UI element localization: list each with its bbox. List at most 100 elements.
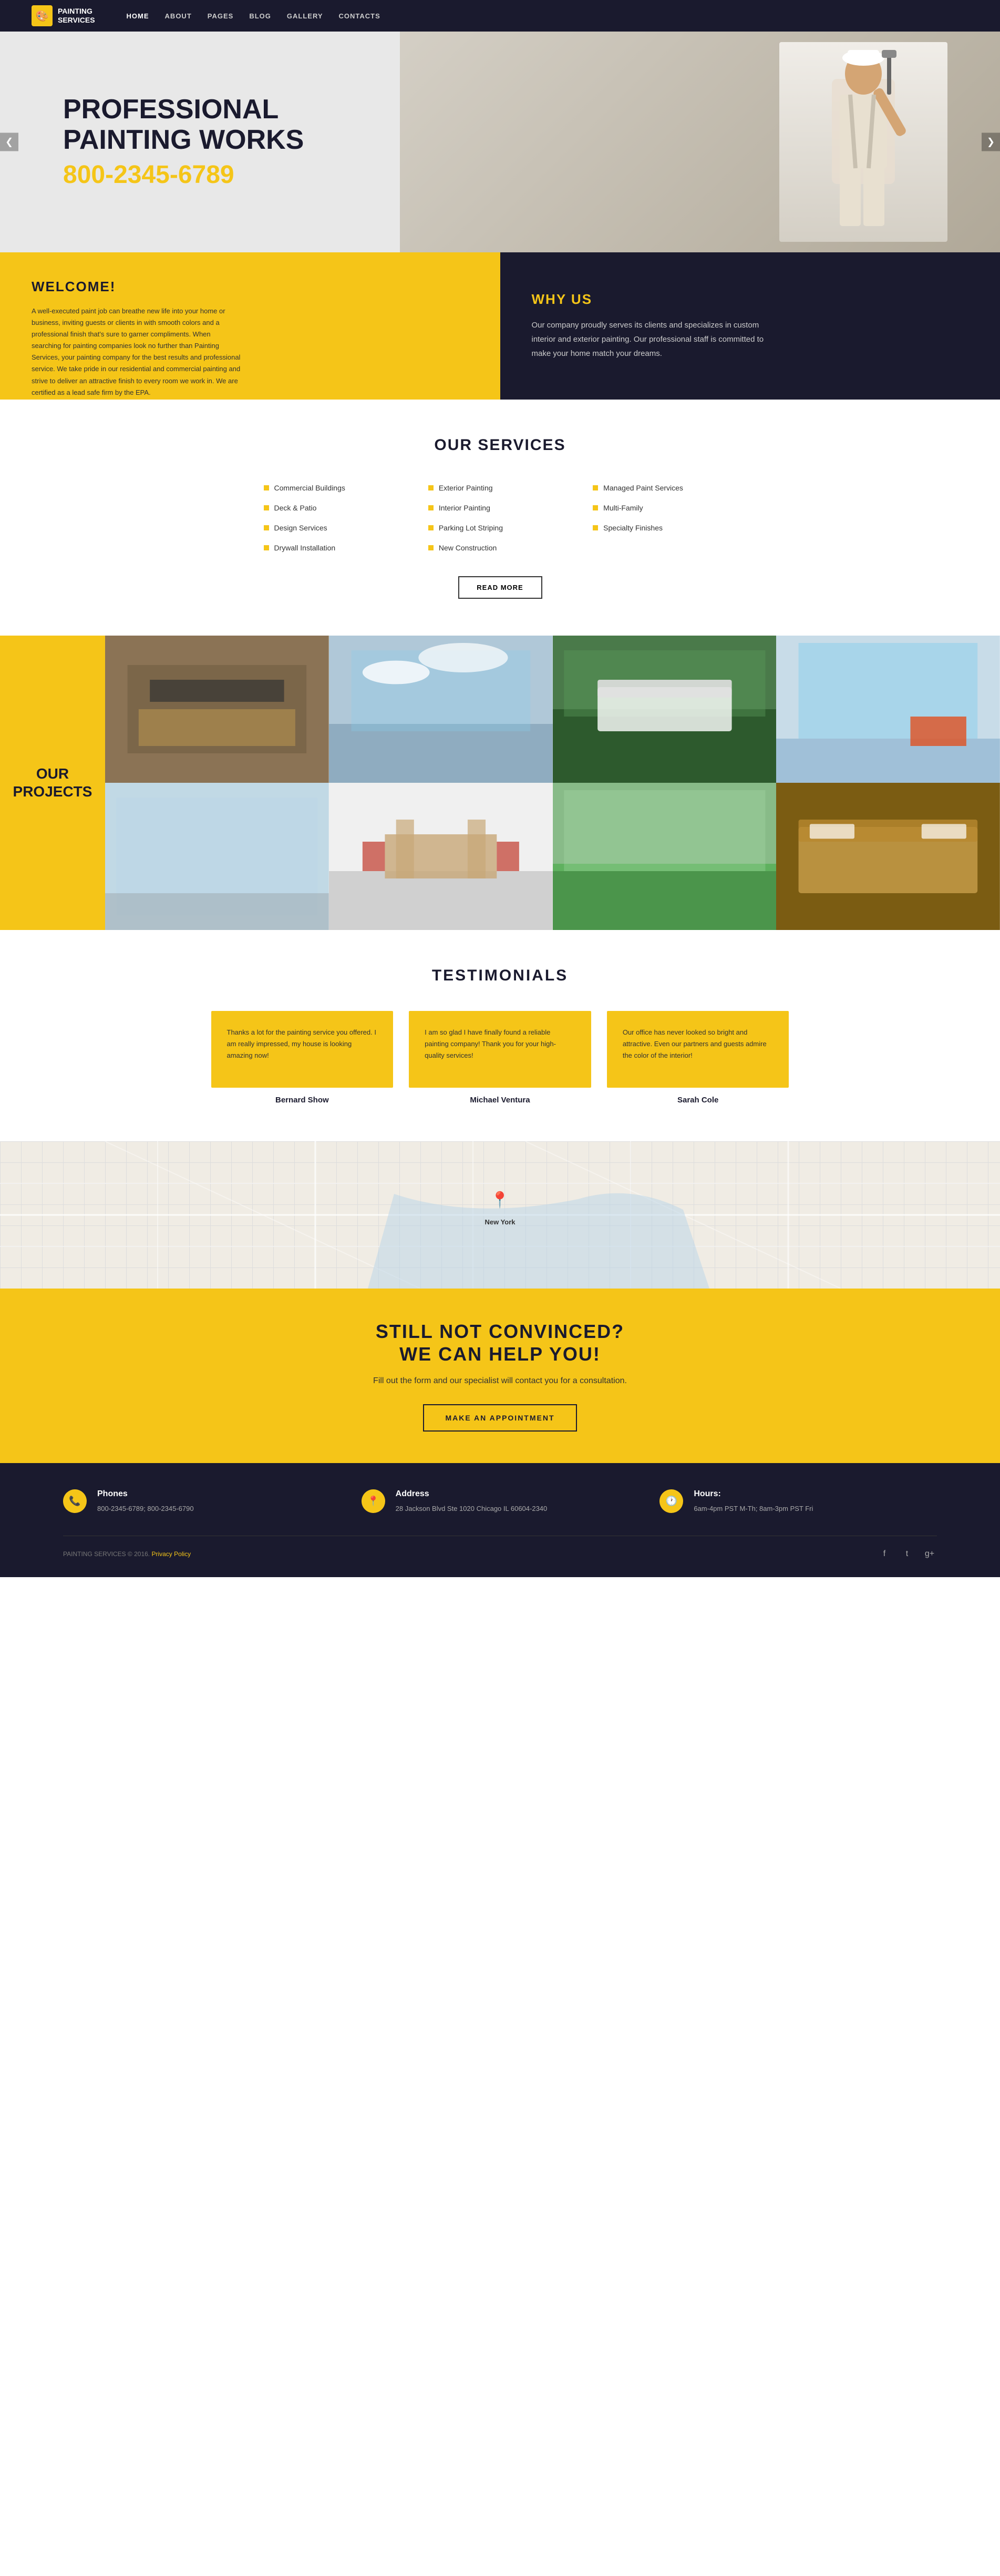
- address-icon: 📍: [362, 1489, 385, 1513]
- nav-gallery[interactable]: GALLERY: [287, 12, 323, 20]
- footer-hours-content: Hours: 6am-4pm PST M-Th; 8am-3pm PST Fri: [694, 1489, 813, 1515]
- project-thumb-3[interactable]: [553, 636, 777, 783]
- list-item: Multi-Family: [593, 500, 736, 515]
- google-plus-icon[interactable]: g+: [922, 1547, 937, 1561]
- list-item: Exterior Painting: [428, 481, 572, 495]
- testimonial-text-2: I am so glad I have finally found a reli…: [425, 1027, 575, 1061]
- testimonial-text-1: Thanks a lot for the painting service yo…: [227, 1027, 378, 1061]
- phone-icon: 📞: [63, 1489, 87, 1513]
- welcome-body: A well-executed paint job can breathe ne…: [32, 305, 242, 398]
- hero-section: ❮ PROFESSIONAL PAINTING WORKS 800-2345-6…: [0, 32, 1000, 252]
- service-bullet: [428, 505, 434, 510]
- testimonial-name-3: Sarah Cole: [607, 1096, 789, 1105]
- testimonial-card-1: Thanks a lot for the painting service yo…: [211, 1011, 394, 1105]
- footer-address-title: Address: [396, 1489, 548, 1499]
- project-thumb-2[interactable]: [329, 636, 553, 783]
- list-item: New Construction: [428, 540, 572, 555]
- hero-prev-arrow[interactable]: ❮: [0, 133, 18, 151]
- social-icons: f t g+: [877, 1547, 937, 1561]
- logo-text: PAINTING SERVICES: [58, 7, 95, 25]
- nav-about[interactable]: ABOUT: [165, 12, 192, 20]
- service-bullet: [428, 485, 434, 490]
- service-bullet: [264, 485, 269, 490]
- footer-hours: 🕐 Hours: 6am-4pm PST M-Th; 8am-3pm PST F…: [659, 1489, 937, 1515]
- nav-pages[interactable]: PAGES: [208, 12, 234, 20]
- welcome-section: WELCOME! A well-executed paint job can b…: [0, 252, 1000, 400]
- make-appointment-button[interactable]: MAKE AN APPOINTMENT: [423, 1404, 576, 1432]
- logo[interactable]: 🎨 PAINTING SERVICES: [32, 5, 95, 26]
- nav-contacts[interactable]: CONTACTS: [339, 12, 380, 20]
- list-item: Specialty Finishes: [593, 520, 736, 535]
- project-thumb-4[interactable]: [776, 636, 1000, 783]
- footer-top: 📞 Phones 800-2345-6789; 800-2345-6790 📍 …: [63, 1489, 937, 1536]
- service-bullet: [593, 505, 598, 510]
- testimonial-name-2: Michael Ventura: [409, 1096, 591, 1105]
- services-section: OUR SERVICES Commercial Buildings Exteri…: [0, 400, 1000, 636]
- facebook-icon[interactable]: f: [877, 1547, 892, 1561]
- project-thumb-8[interactable]: [776, 783, 1000, 930]
- hours-icon: 🕐: [659, 1489, 683, 1513]
- cta-title: STILL NOT CONVINCED? WE CAN HELP YOU!: [63, 1320, 937, 1365]
- service-bullet: [593, 485, 598, 490]
- list-item: Parking Lot Striping: [428, 520, 572, 535]
- list-item: Deck & Patio: [264, 500, 407, 515]
- footer-address-content: Address 28 Jackson Blvd Ste 1020 Chicago…: [396, 1489, 548, 1515]
- testimonials-grid: Thanks a lot for the painting service yo…: [211, 1011, 789, 1105]
- service-bullet: [593, 525, 598, 530]
- map-section: 📍 New York: [0, 1141, 1000, 1289]
- projects-grid: [105, 636, 1000, 930]
- hero-next-arrow[interactable]: ❯: [982, 133, 1000, 151]
- footer-copyright: PAINTING SERVICES © 2016. Privacy Policy: [63, 1550, 191, 1558]
- services-title: OUR SERVICES: [63, 436, 937, 454]
- services-grid: Commercial Buildings Exterior Painting M…: [264, 481, 737, 555]
- project-thumb-1[interactable]: [105, 636, 329, 783]
- footer-hours-title: Hours:: [694, 1489, 813, 1499]
- testimonial-card-2: I am so glad I have finally found a reli…: [409, 1011, 591, 1105]
- projects-title: OUR PROJECTS: [13, 765, 92, 800]
- testimonial-card-inner-1: Thanks a lot for the painting service yo…: [211, 1011, 394, 1088]
- nav-blog[interactable]: BLOG: [249, 12, 271, 20]
- projects-section: OUR PROJECTS: [0, 636, 1000, 930]
- footer: 📞 Phones 800-2345-6789; 800-2345-6790 📍 …: [0, 1463, 1000, 1577]
- hero-phone: 800-2345-6789: [63, 160, 304, 189]
- footer-address: 📍 Address 28 Jackson Blvd Ste 1020 Chica…: [362, 1489, 639, 1515]
- footer-phones: 📞 Phones 800-2345-6789; 800-2345-6790: [63, 1489, 341, 1515]
- footer-phones-title: Phones: [97, 1489, 194, 1499]
- service-bullet: [264, 545, 269, 550]
- nav-home[interactable]: HOME: [127, 12, 149, 20]
- list-item: Drywall Installation: [264, 540, 407, 555]
- project-thumb-7[interactable]: [553, 783, 777, 930]
- hero-content: PROFESSIONAL PAINTING WORKS 800-2345-678…: [0, 95, 304, 189]
- welcome-left: WELCOME! A well-executed paint job can b…: [0, 252, 500, 400]
- privacy-link[interactable]: Privacy Policy: [151, 1550, 191, 1558]
- service-bullet: [428, 525, 434, 530]
- list-item: Managed Paint Services: [593, 481, 736, 495]
- testimonial-name-1: Bernard Show: [211, 1096, 394, 1105]
- testimonials-title: TESTIMONIALS: [63, 967, 937, 985]
- testimonials-section: TESTIMONIALS Thanks a lot for the painti…: [0, 930, 1000, 1141]
- why-us-body: Our company proudly serves its clients a…: [532, 318, 768, 361]
- logo-icon: 🎨: [32, 5, 53, 26]
- why-us-right: WHY US Our company proudly serves its cl…: [500, 252, 1000, 400]
- twitter-icon[interactable]: t: [900, 1547, 914, 1561]
- map-city-label: New York: [484, 1218, 515, 1226]
- hero-title: PROFESSIONAL PAINTING WORKS: [63, 95, 304, 155]
- projects-label: OUR PROJECTS: [0, 636, 105, 930]
- service-bullet: [428, 545, 434, 550]
- map-background: [0, 1141, 1000, 1289]
- cta-subtitle: Fill out the form and our specialist wil…: [63, 1376, 937, 1386]
- list-item: Interior Painting: [428, 500, 572, 515]
- testimonial-card-inner-2: I am so glad I have finally found a reli…: [409, 1011, 591, 1088]
- list-item: Commercial Buildings: [264, 481, 407, 495]
- project-thumb-6[interactable]: [329, 783, 553, 930]
- project-thumb-5[interactable]: [105, 783, 329, 930]
- footer-hours-body: 6am-4pm PST M-Th; 8am-3pm PST Fri: [694, 1503, 813, 1515]
- testimonial-card-inner-3: Our office has never looked so bright an…: [607, 1011, 789, 1088]
- footer-phones-content: Phones 800-2345-6789; 800-2345-6790: [97, 1489, 194, 1515]
- welcome-title: WELCOME!: [32, 279, 469, 295]
- list-item: Design Services: [264, 520, 407, 535]
- cta-section: STILL NOT CONVINCED? WE CAN HELP YOU! Fi…: [0, 1289, 1000, 1463]
- map-pin: 📍: [490, 1191, 510, 1210]
- read-more-button[interactable]: READ MORE: [458, 576, 542, 599]
- footer-address-body: 28 Jackson Blvd Ste 1020 Chicago IL 6060…: [396, 1503, 548, 1515]
